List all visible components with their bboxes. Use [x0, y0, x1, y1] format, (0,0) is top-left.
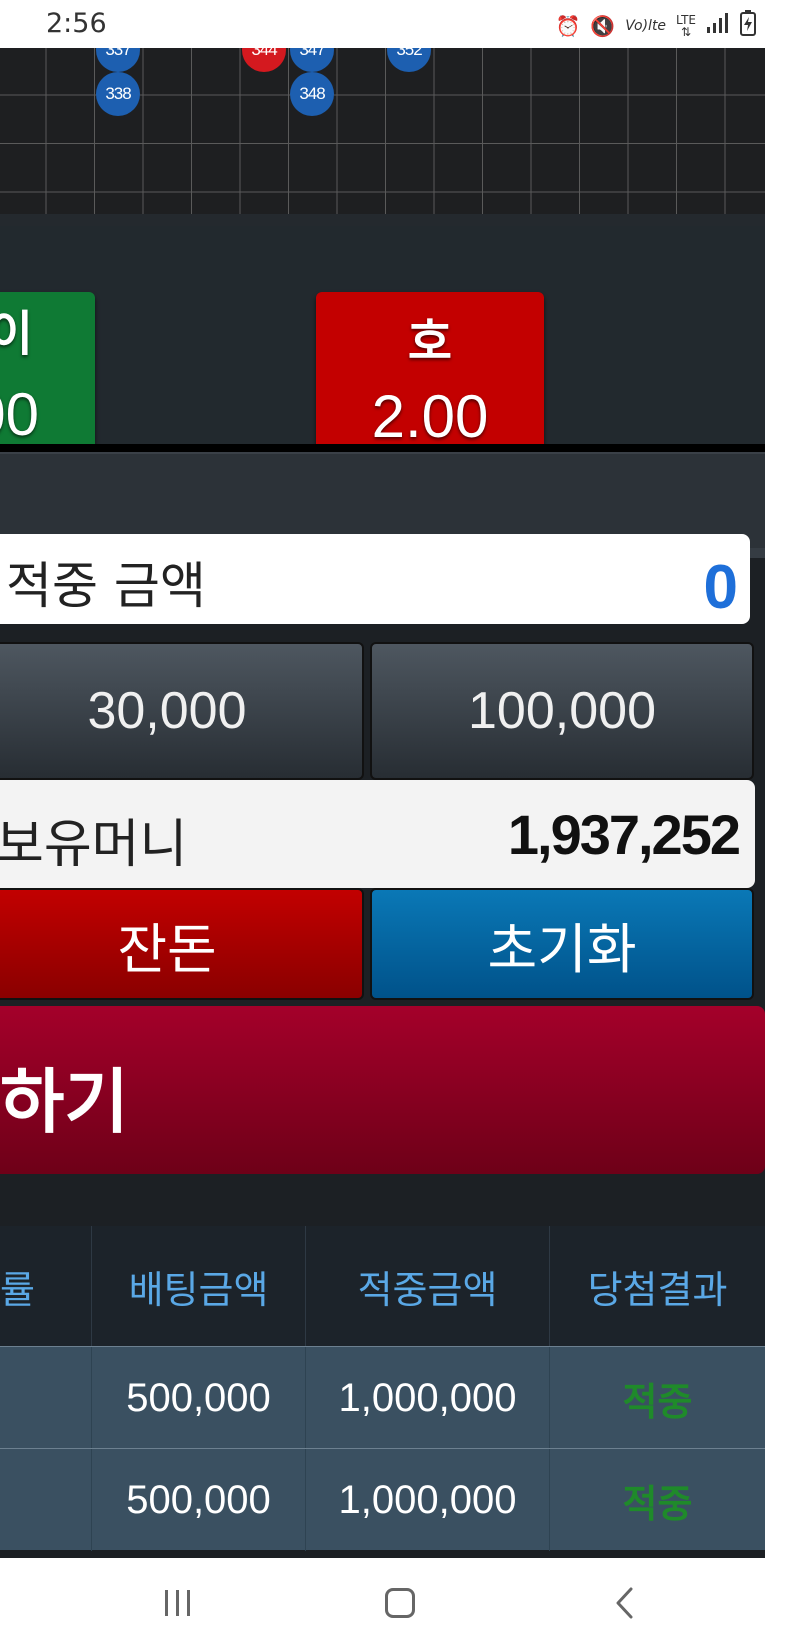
- battery-charging-icon: [740, 10, 756, 41]
- navigation-bar: [0, 1558, 800, 1645]
- bet-name: 이: [0, 306, 33, 362]
- home-icon[interactable]: [375, 1578, 425, 1628]
- cell-result: 적중: [622, 1379, 693, 1424]
- status-icons: ⏰ 🔇 Vo)lte LTE ⇅: [555, 10, 756, 41]
- lte-icon: LTE ⇅: [676, 12, 696, 39]
- cell-bet-amount: 500,000: [92, 1347, 306, 1449]
- table-row: 500,000 1,000,000 적중: [0, 1448, 765, 1551]
- bead-marker: 338: [96, 72, 140, 116]
- header-win-amount: 적중금액: [306, 1226, 550, 1346]
- header-bet-amount: 배팅금액: [92, 1226, 306, 1346]
- reset-button[interactable]: 초기화: [370, 888, 754, 1000]
- header-odds: 률: [0, 1226, 92, 1346]
- status-bar: 2:56 ⏰ 🔇 Vo)lte LTE ⇅: [0, 0, 800, 48]
- place-bet-label: 하기: [0, 1061, 129, 1143]
- recent-apps-icon[interactable]: [152, 1578, 202, 1628]
- status-time: 2:56: [46, 8, 107, 39]
- cell-bet-amount: 500,000: [92, 1449, 306, 1551]
- header-result: 당첨결과: [587, 1267, 728, 1312]
- balance-label: 보유머니: [0, 815, 188, 875]
- bead-road-board: 337 344 347 352 338 348: [0, 48, 765, 214]
- bead-marker: 344: [242, 48, 286, 72]
- table-row: 500,000 1,000,000 적중: [0, 1346, 765, 1449]
- right-margin: [765, 48, 800, 1558]
- board-divider: [0, 214, 765, 226]
- back-icon[interactable]: [600, 1578, 650, 1628]
- divider: [0, 444, 765, 452]
- bead-marker: 337: [96, 48, 140, 72]
- game-screen: 337 344 347 352 338 348 이 00 호 2.00 적중 금…: [0, 48, 765, 1558]
- place-bet-button[interactable]: 하기: [0, 1006, 765, 1174]
- balance-field: 보유머니 1,937,252: [0, 780, 755, 888]
- win-amount-value: 0: [703, 553, 738, 622]
- bet-odds: 2.00: [371, 383, 489, 450]
- chip-button-100000[interactable]: 100,000: [370, 642, 754, 780]
- change-button[interactable]: 잔돈: [0, 888, 364, 1000]
- history-table-header: 률 배팅금액 적중금액 당첨결과: [0, 1226, 765, 1346]
- bead-marker: 352: [387, 48, 431, 72]
- volte-icon: Vo)lte: [625, 17, 667, 34]
- alarm-icon: ⏰: [555, 13, 581, 38]
- balance-value: 1,937,252: [507, 803, 741, 866]
- win-amount-field: 적중 금액 0: [0, 534, 750, 624]
- signal-icon: [706, 12, 730, 39]
- bead-marker: 347: [290, 48, 334, 72]
- bead-marker: 348: [290, 72, 334, 116]
- cell-win-amount: 1,000,000: [306, 1449, 550, 1551]
- cell-odds: [0, 1347, 92, 1449]
- mute-icon: 🔇: [590, 13, 616, 38]
- cell-win-amount: 1,000,000: [306, 1347, 550, 1449]
- chip-button-30000[interactable]: 30,000: [0, 642, 364, 780]
- cell-result: 적중: [622, 1481, 693, 1526]
- cell-odds: [0, 1449, 92, 1551]
- bet-panel: 이 00 호 2.00: [0, 226, 765, 474]
- win-amount-label: 적중 금액: [6, 557, 206, 615]
- bet-odds: 00: [0, 381, 39, 448]
- bet-name: 호: [407, 314, 453, 370]
